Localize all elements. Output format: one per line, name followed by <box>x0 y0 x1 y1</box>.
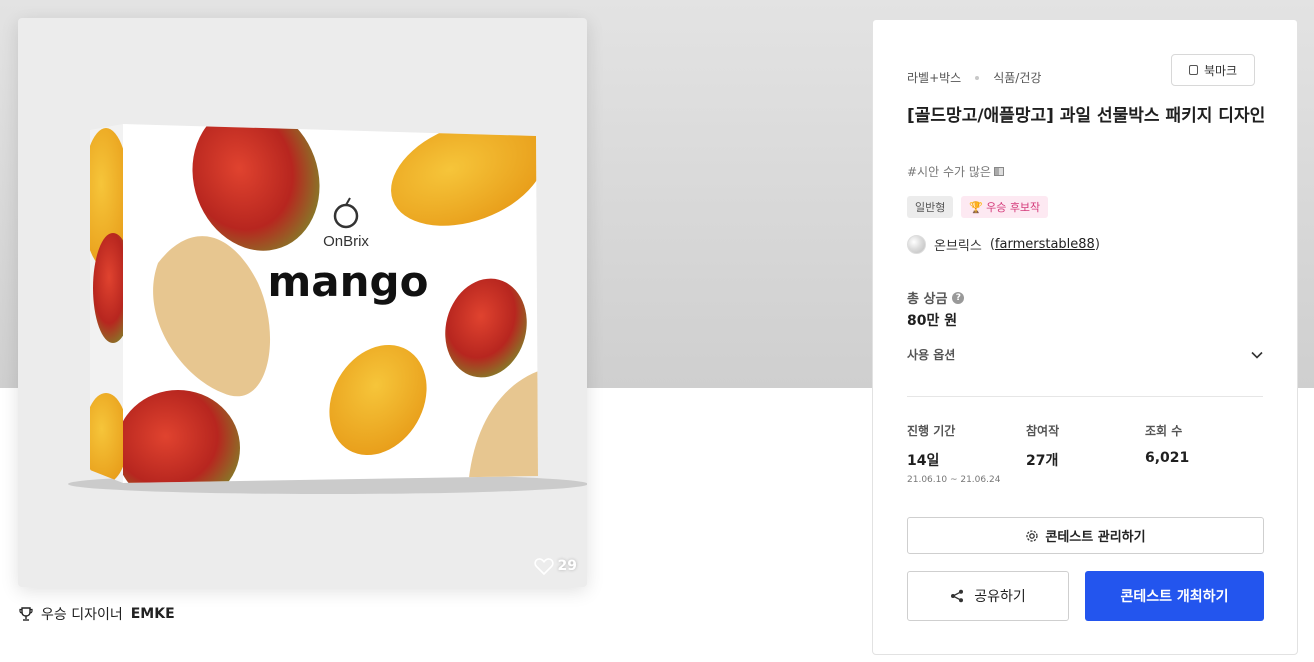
views-value: 6,021 <box>1145 450 1190 466</box>
prize-label: 총 상금 ? <box>907 288 965 307</box>
contest-stats: 진행 기간 14일 21.06.10 ~ 21.06.24 참여작 27개 조회… <box>907 422 1267 485</box>
winner-candidate-label: 우승 후보작 <box>986 201 1041 214</box>
contest-owner[interactable]: 온브릭스 (farmerstable88) <box>907 235 1100 254</box>
badge-group: 일반형 🏆 우승 후보작 <box>907 196 1049 218</box>
manage-contest-button[interactable]: 콘테스트 관리하기 <box>907 517 1264 554</box>
like-count: 29 <box>557 558 577 574</box>
box-brand-text: OnBrix <box>323 233 369 250</box>
trophy-icon: 🏆 <box>969 200 984 214</box>
trophy-icon <box>19 607 33 621</box>
stat-period: 진행 기간 14일 21.06.10 ~ 21.06.24 <box>907 422 1026 485</box>
prize-label-text: 총 상금 <box>907 292 948 307</box>
share-label: 공유하기 <box>974 589 1026 605</box>
tag-text: #시안 수가 많은 <box>907 165 991 179</box>
category-main[interactable]: 라벨+박스 <box>907 69 961 86</box>
winner-designer: 우승 디자이너 EMKE <box>19 604 175 624</box>
owner-handle[interactable]: farmerstable88 <box>995 237 1095 252</box>
winner-candidate-badge: 🏆 우승 후보작 <box>961 196 1049 218</box>
mango-box-illustration: OnBrix mango <box>68 124 587 494</box>
host-contest-button[interactable]: 콘테스트 개최하기 <box>1085 571 1264 621</box>
share-icon <box>951 589 964 603</box>
heart-icon <box>533 558 554 575</box>
gear-icon <box>1026 529 1039 542</box>
separator-dot <box>975 75 980 80</box>
share-button[interactable]: 공유하기 <box>907 571 1069 621</box>
options-toggle[interactable]: 사용 옵션 <box>907 346 1263 363</box>
host-contest-label: 콘테스트 개최하기 <box>1120 589 1229 605</box>
winner-name[interactable]: EMKE <box>131 606 175 622</box>
winner-label: 우승 디자이너 <box>41 607 123 623</box>
tag-line: #시안 수가 많은 <box>907 163 1004 180</box>
divider <box>907 396 1263 397</box>
help-icon[interactable]: ? <box>952 291 965 304</box>
contest-image-card[interactable]: OnBrix mango 29 <box>18 18 587 587</box>
bookmark-button[interactable]: 북마크 <box>1171 54 1255 86</box>
views-label: 조회 수 <box>1145 424 1183 438</box>
options-label: 사용 옵션 <box>907 348 956 362</box>
bookmark-label: 북마크 <box>1203 63 1238 78</box>
period-dates: 21.06.10 ~ 21.06.24 <box>907 475 1001 485</box>
breadcrumb: 라벨+박스 식품/건강 <box>907 69 1041 86</box>
period-label: 진행 기간 <box>907 424 956 438</box>
stat-views: 조회 수 6,021 <box>1145 422 1264 485</box>
type-badge: 일반형 <box>907 196 954 218</box>
stat-entries: 참여작 27개 <box>1026 422 1145 485</box>
box-word-text: mango <box>268 257 429 306</box>
period-value: 14일 <box>907 453 940 469</box>
chevron-down-icon <box>1251 351 1263 359</box>
owner-name: 온브릭스 <box>934 239 982 254</box>
manage-contest-label: 콘테스트 관리하기 <box>1045 530 1146 545</box>
prize-value: 80만 원 <box>907 313 958 329</box>
category-sub[interactable]: 식품/건강 <box>993 69 1041 86</box>
entries-label: 참여작 <box>1026 424 1060 438</box>
contest-info-panel: 라벨+박스 식품/건강 북마크 [골드망고/애플망고] 과일 선물박스 패키지 … <box>872 19 1298 655</box>
avatar <box>907 235 926 254</box>
image-icon <box>993 167 1004 176</box>
contest-title: [골드망고/애플망고] 과일 선물박스 패키지 디자인 <box>907 106 1266 126</box>
bookmark-icon <box>1188 65 1198 75</box>
owner-handle-wrap: (farmerstable88) <box>989 237 1100 252</box>
entries-value: 27개 <box>1026 453 1059 469</box>
like-counter[interactable]: 29 <box>533 557 577 575</box>
